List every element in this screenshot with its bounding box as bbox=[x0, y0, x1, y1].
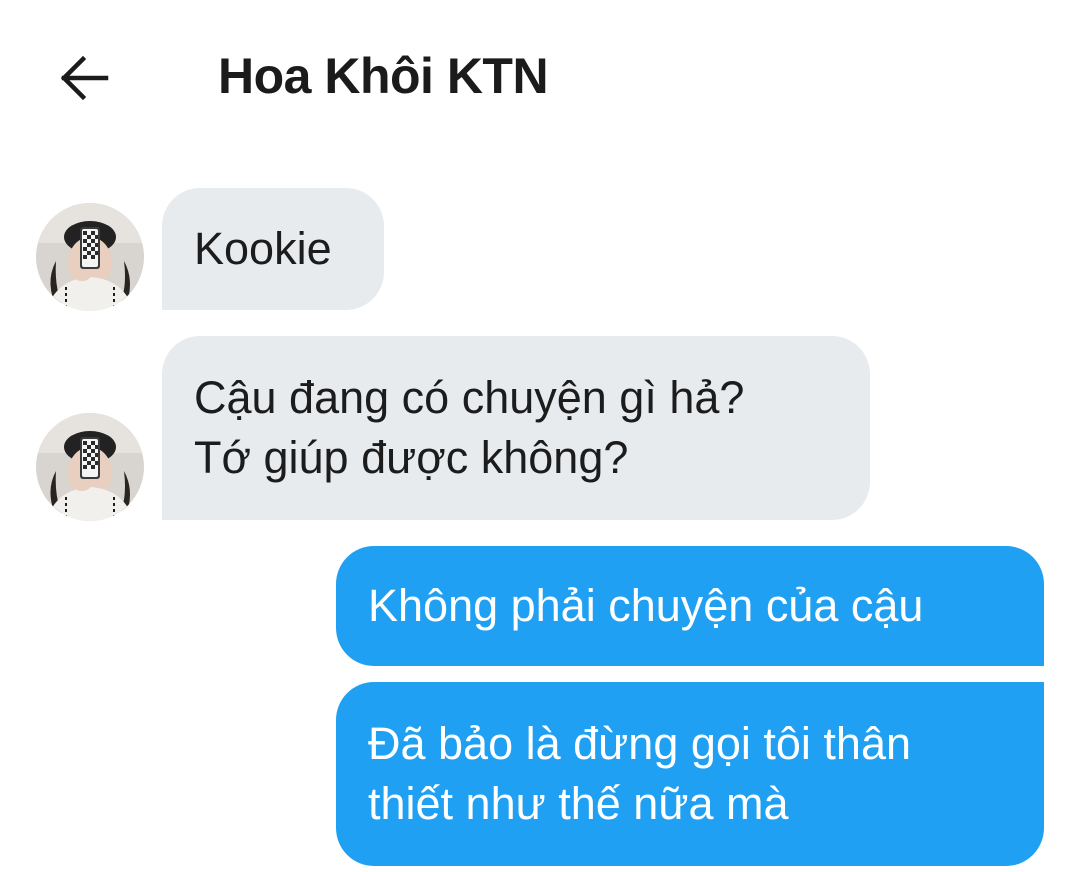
message-bubble-incoming[interactable]: Cậu đang có chuyện gì hả? Tớ giúp được k… bbox=[162, 336, 870, 520]
message-text: thiết như thế nữa mà bbox=[368, 778, 789, 829]
message-bubble-outgoing[interactable]: Đã bảo là đừng gọi tôi thân thiết như th… bbox=[336, 682, 1044, 866]
avatar-image bbox=[36, 203, 144, 311]
avatar-image bbox=[36, 413, 144, 521]
contact-avatar[interactable] bbox=[36, 413, 144, 521]
arrow-left-icon bbox=[60, 55, 109, 101]
message-text: Cậu đang có chuyện gì hả? bbox=[194, 372, 745, 423]
message-text: Đã bảo là đừng gọi tôi thân bbox=[368, 718, 912, 769]
message-bubble-outgoing[interactable]: Không phải chuyện của cậu bbox=[336, 546, 1044, 666]
back-button[interactable] bbox=[52, 48, 116, 108]
chat-title[interactable]: Hoa Khôi KTN bbox=[218, 46, 549, 106]
message-bubble-incoming[interactable]: Kookie bbox=[162, 188, 384, 310]
contact-avatar[interactable] bbox=[36, 203, 144, 311]
message-text: Không phải chuyện của cậu bbox=[368, 580, 924, 631]
message-text: Tớ giúp được không? bbox=[194, 432, 629, 483]
message-text: Kookie bbox=[194, 223, 332, 274]
chat-header: Hoa Khôi KTN bbox=[0, 0, 1080, 160]
